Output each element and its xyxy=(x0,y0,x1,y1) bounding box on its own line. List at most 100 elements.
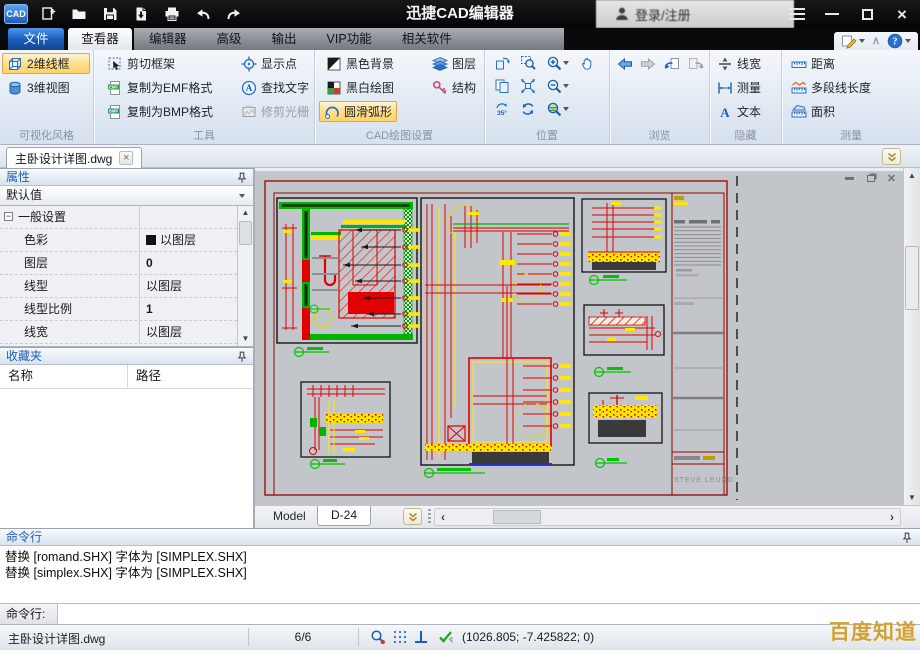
zoom-extents-button[interactable] xyxy=(517,76,539,96)
vertical-scrollbar[interactable]: ▲ ▼ xyxy=(903,168,920,505)
zoom-previous-button[interactable] xyxy=(517,99,539,119)
polyline-length-button[interactable]: 多段线长度 xyxy=(786,77,876,98)
pin-icon[interactable] xyxy=(235,350,249,364)
collapse-icon[interactable]: − xyxy=(4,212,13,221)
close-button[interactable]: × xyxy=(892,4,912,24)
area-button[interactable]: 面积 xyxy=(786,101,840,122)
property-row-color[interactable]: 色彩 以图层 xyxy=(0,229,237,252)
maximize-button[interactable] xyxy=(857,4,877,24)
scroll-right-icon[interactable]: › xyxy=(884,509,900,525)
close-document-icon[interactable]: × xyxy=(119,151,133,165)
preset-dropdown[interactable]: 默认值 xyxy=(0,186,253,206)
tab-advanced[interactable]: 高级 xyxy=(202,28,257,50)
smooth-arc-button[interactable]: 圆滑弧形 xyxy=(319,101,397,122)
scrollbar-thumb[interactable] xyxy=(239,221,252,245)
scroll-left-icon[interactable]: ‹ xyxy=(435,509,451,525)
scrollbar-thumb[interactable] xyxy=(905,246,919,310)
cad-drawing[interactable]: STEVE LEUNG xyxy=(255,168,903,505)
bw-drawing-button[interactable]: 黑白绘图 xyxy=(321,77,399,98)
zoom-object-button[interactable] xyxy=(543,99,571,119)
horizontal-scrollbar[interactable]: ‹ › xyxy=(434,508,901,526)
print-button[interactable] xyxy=(162,4,182,24)
back-button[interactable] xyxy=(614,54,636,74)
grid-icon[interactable] xyxy=(392,629,408,645)
scrollbar-thumb[interactable] xyxy=(493,510,541,524)
clip-frame-button[interactable]: 剪切框架 xyxy=(102,53,180,74)
mdi-minimize-icon[interactable] xyxy=(842,172,857,185)
scroll-down-icon[interactable]: ▼ xyxy=(238,332,253,346)
splitter-handle[interactable] xyxy=(428,509,431,525)
mdi-restore-icon[interactable] xyxy=(863,172,878,185)
zoom-out-button[interactable] xyxy=(543,76,571,96)
view-forward-button[interactable] xyxy=(685,54,707,74)
property-row-linetype-scale[interactable]: 线型比例 1 xyxy=(0,298,237,321)
column-path[interactable]: 路径 xyxy=(128,365,253,388)
pin-icon[interactable] xyxy=(235,171,249,185)
help-button[interactable] xyxy=(887,33,911,49)
zoom-window-button[interactable] xyxy=(517,53,539,73)
redo-button[interactable] xyxy=(224,4,244,24)
tab-editor[interactable]: 编辑器 xyxy=(134,28,202,50)
new-file-button[interactable] xyxy=(38,4,58,24)
menu-button[interactable] xyxy=(787,4,807,24)
copy-bmp-button[interactable]: 复制为BMP格式 xyxy=(102,101,218,122)
view-back-button[interactable] xyxy=(661,54,683,74)
mdi-close-icon[interactable]: ✕ xyxy=(884,172,899,185)
document-tab[interactable]: 主卧设计详图.dwg × xyxy=(6,147,142,168)
undo-button[interactable] xyxy=(193,4,213,24)
rotate-view-button[interactable] xyxy=(491,53,513,73)
property-grid-scrollbar[interactable]: ▲ ▼ xyxy=(237,206,253,346)
tab-output[interactable]: 输出 xyxy=(257,28,312,50)
show-point-button[interactable]: 显示点 xyxy=(236,53,302,74)
view-3d-button[interactable]: 3维视图 xyxy=(2,77,90,98)
open-file-button[interactable] xyxy=(69,4,89,24)
ortho-icon[interactable] xyxy=(413,629,429,645)
favorites-panel-header[interactable]: 收藏夹 xyxy=(0,347,253,365)
login-button[interactable]: 登录/注册 xyxy=(596,0,794,28)
property-group-row[interactable]: −一般设置 xyxy=(0,206,237,229)
column-name[interactable]: 名称 xyxy=(0,365,128,388)
properties-panel-header[interactable]: 属性 xyxy=(0,168,253,186)
tab-viewer[interactable]: 查看器 xyxy=(68,28,132,50)
text-toggle-button[interactable]: 文本 xyxy=(712,101,766,122)
minimize-button[interactable] xyxy=(822,4,842,24)
property-row-lineweight[interactable]: 线宽 以图层 xyxy=(0,321,237,344)
property-row-layer[interactable]: 图层 0 xyxy=(0,252,237,275)
line-width-button[interactable]: 线宽 xyxy=(712,53,766,74)
copy-emf-button[interactable]: 复制为EMF格式 xyxy=(102,77,217,98)
trim-raster-button[interactable]: 修剪光栅 xyxy=(236,101,314,122)
edit-check-icon[interactable] xyxy=(438,629,454,645)
save-button[interactable] xyxy=(100,4,120,24)
tab-vip[interactable]: VIP功能 xyxy=(312,28,387,50)
tab-related[interactable]: 相关软件 xyxy=(387,28,467,50)
command-input[interactable] xyxy=(58,604,920,624)
copy-view-button[interactable] xyxy=(491,76,513,96)
zoom-in-button[interactable] xyxy=(543,53,571,73)
snap-icon[interactable] xyxy=(370,629,386,645)
tab-d24[interactable]: D-24 xyxy=(317,506,371,526)
forward-button[interactable] xyxy=(637,54,659,74)
collapse-ribbon-button[interactable]: ∧ xyxy=(872,36,880,46)
pin-icon[interactable] xyxy=(900,531,914,545)
tab-model[interactable]: Model xyxy=(265,506,314,528)
tab-list-button[interactable] xyxy=(882,148,901,165)
export-pdf-button[interactable] xyxy=(131,4,151,24)
wireframe-2d-button[interactable]: 2维线框 xyxy=(2,53,90,74)
black-background-button[interactable]: 黑色背景 xyxy=(321,53,399,74)
scroll-down-icon[interactable]: ▼ xyxy=(904,490,920,505)
layers-button[interactable]: 图层 xyxy=(427,53,481,74)
measure-toggle-button[interactable]: 测量 xyxy=(712,77,766,98)
command-panel-header[interactable]: 命令行 xyxy=(0,528,920,546)
quick-edit-button[interactable] xyxy=(841,33,865,49)
distance-button[interactable]: 距离 xyxy=(786,53,840,74)
scroll-up-icon[interactable]: ▲ xyxy=(238,206,253,220)
structure-button[interactable]: 结构 xyxy=(427,77,481,98)
pan-button[interactable] xyxy=(577,53,599,73)
find-text-button[interactable]: 查找文字 xyxy=(236,77,314,98)
layout-list-button[interactable] xyxy=(403,508,422,525)
property-row-linetype[interactable]: 线型 以图层 xyxy=(0,275,237,298)
scroll-up-icon[interactable]: ▲ xyxy=(904,168,920,183)
tab-file[interactable]: 文件 xyxy=(8,28,64,50)
favorites-list[interactable] xyxy=(0,389,253,528)
rotate-35-button[interactable] xyxy=(491,99,513,119)
